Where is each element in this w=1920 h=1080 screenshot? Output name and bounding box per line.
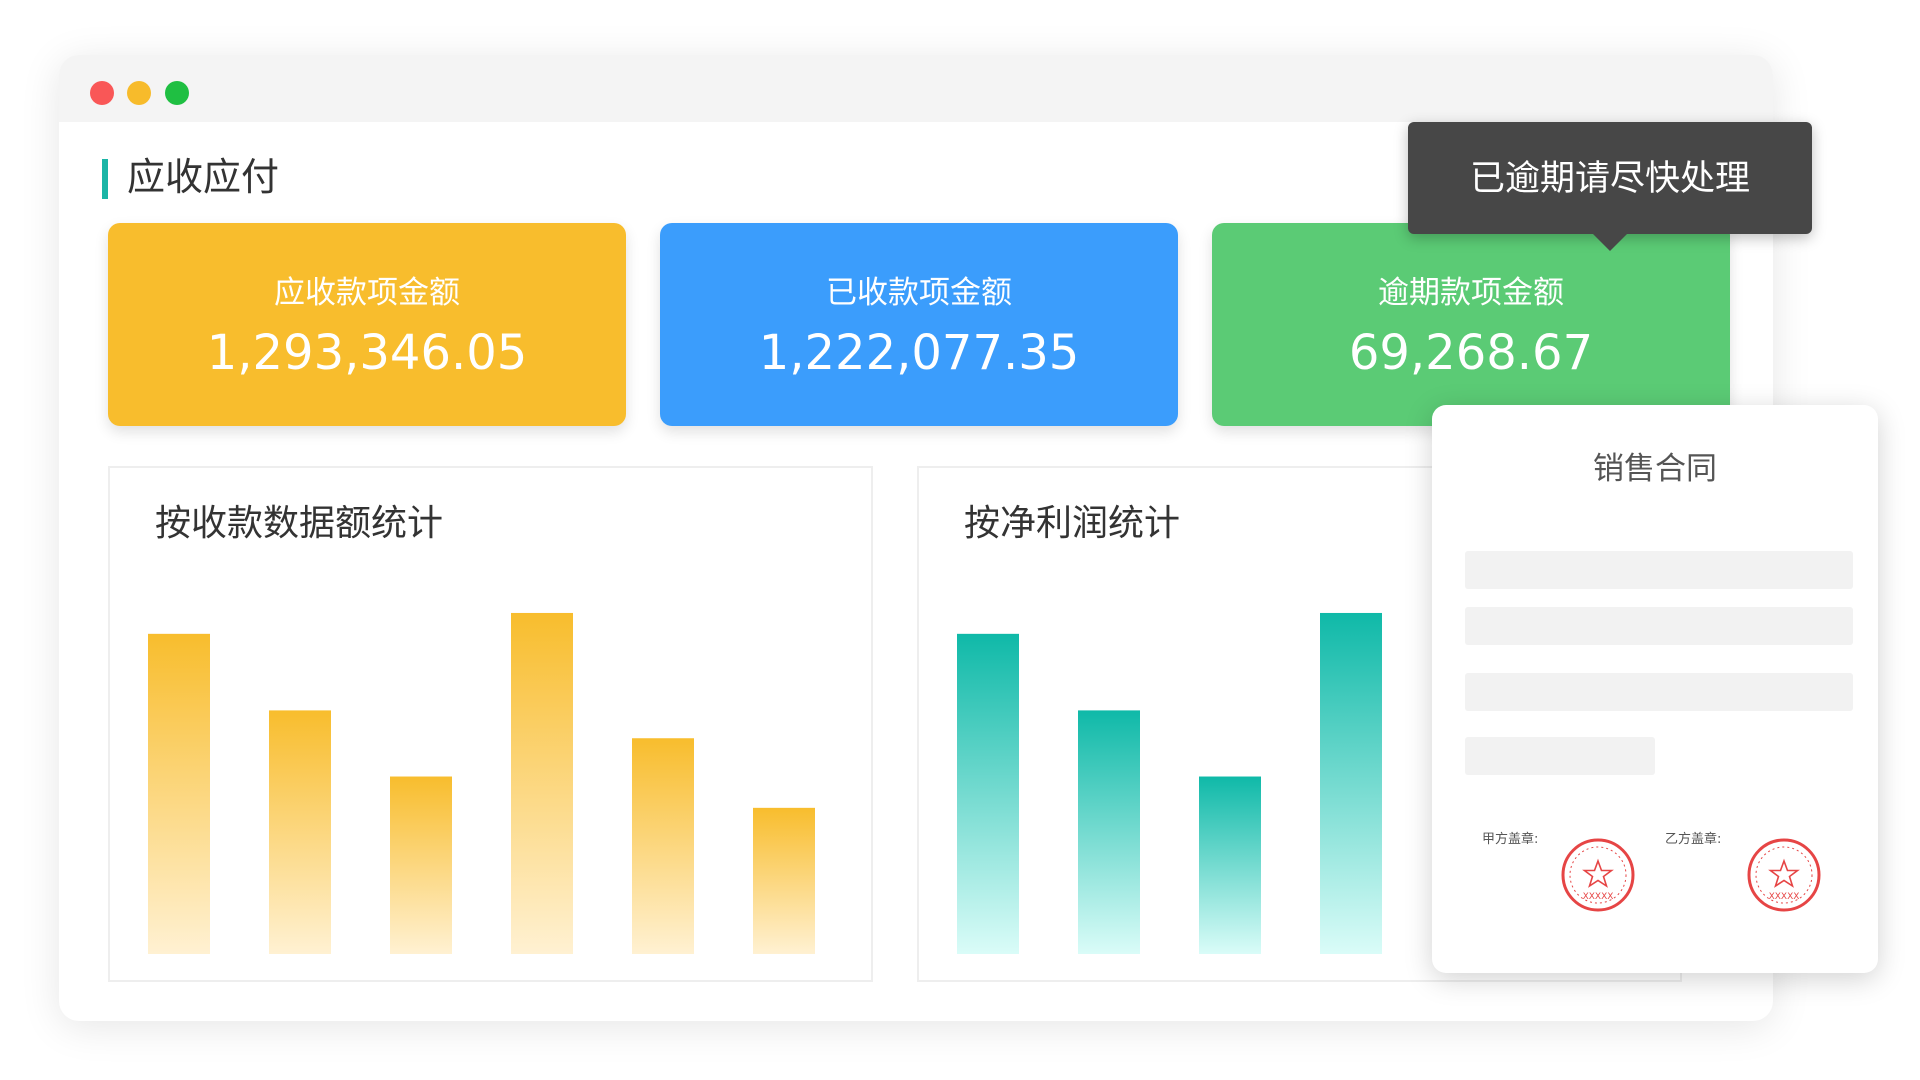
section-accent-bar <box>102 159 108 199</box>
svg-text:XXXXX: XXXXX <box>1583 892 1614 902</box>
sales-contract-card[interactable]: 销售合同 甲方盖章: 乙方盖章: XXXXX XXXXX <box>1432 405 1878 973</box>
contract-text-placeholder <box>1465 607 1853 645</box>
party-a-seal-label: 甲方盖章: <box>1482 832 1539 847</box>
chart-bar[interactable] <box>632 738 694 954</box>
party-b-seal-stamp: XXXXX <box>1747 838 1821 912</box>
chart-bar[interactable] <box>1199 776 1261 954</box>
tooltip-arrow <box>1592 233 1628 251</box>
overdue-tooltip-text: 已逾期请尽快处理 <box>1469 159 1750 199</box>
minimize-window-button[interactable] <box>127 81 151 105</box>
overdue-amount-card[interactable]: 逾期款项金额 69,268.67 <box>1212 223 1730 426</box>
overdue-amount-label: 逾期款项金额 <box>1378 275 1564 311</box>
maximize-window-button[interactable] <box>165 81 189 105</box>
net-profit-chart-title: 按净利润统计 <box>964 503 1181 544</box>
close-window-button[interactable] <box>90 81 114 105</box>
svg-text:XXXXX: XXXXX <box>1769 892 1800 902</box>
receivable-amount-value: 1,293,346.05 <box>206 325 528 381</box>
contract-text-placeholder <box>1465 737 1655 775</box>
overdue-amount-value: 69,268.67 <box>1348 325 1594 381</box>
chart-bar[interactable] <box>269 710 331 954</box>
chart-bar[interactable] <box>957 633 1019 954</box>
title-bar <box>59 55 1773 122</box>
party-a-seal-stamp: XXXXX <box>1561 838 1635 912</box>
receivable-amount-label: 应收款项金额 <box>274 275 460 311</box>
collection-chart-title: 按收款数据额统计 <box>155 503 444 544</box>
received-amount-label: 已收款项金额 <box>826 275 1012 311</box>
chart-bar[interactable] <box>511 612 573 954</box>
chart-bar[interactable] <box>1320 612 1382 954</box>
received-amount-card[interactable]: 已收款项金额 1,222,077.35 <box>660 223 1178 426</box>
chart-bar[interactable] <box>753 807 815 954</box>
contract-text-placeholder <box>1465 673 1853 711</box>
overdue-tooltip: 已逾期请尽快处理 <box>1408 122 1812 251</box>
party-b-seal-label: 乙方盖章: <box>1665 832 1722 847</box>
contract-title: 销售合同 <box>1593 451 1717 487</box>
received-amount-value: 1,222,077.35 <box>758 325 1080 381</box>
receivable-amount-card[interactable]: 应收款项金额 1,293,346.05 <box>108 223 626 426</box>
section-title: 应收应付 <box>127 155 280 199</box>
chart-bar[interactable] <box>148 633 210 954</box>
chart-bar[interactable] <box>1078 710 1140 954</box>
collection-chart-panel: 按收款数据额统计 <box>108 466 873 982</box>
contract-text-placeholder <box>1465 551 1853 589</box>
chart-bar[interactable] <box>390 776 452 954</box>
